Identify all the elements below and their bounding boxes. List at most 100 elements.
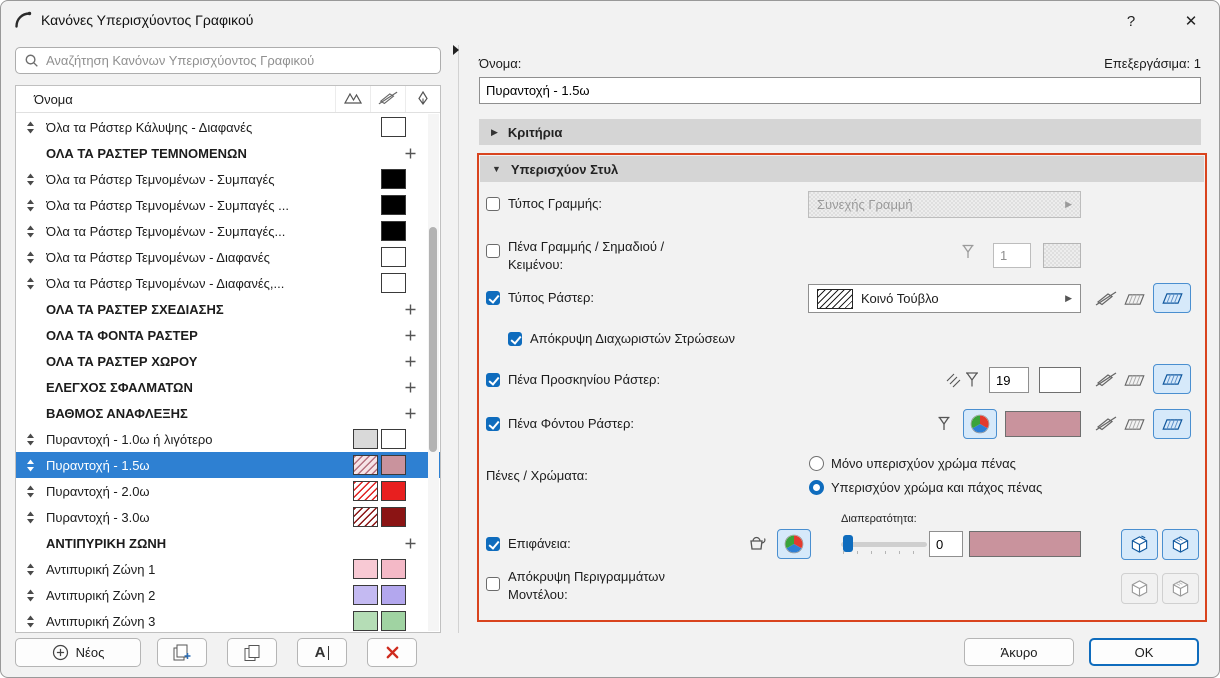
transparency-value-input[interactable] (929, 531, 963, 557)
rule-row[interactable]: Όλα τα Ράστερ Τεμνομένων - Διαφανές (16, 244, 440, 270)
fg-pen-cut-slab-button[interactable] (1153, 364, 1191, 394)
add-rule-to-group-button[interactable] (405, 355, 416, 370)
new-rule-button[interactable]: Νέος (15, 638, 141, 667)
rule-swatches (353, 429, 406, 449)
pens-column-header[interactable] (370, 86, 405, 112)
rule-row[interactable]: Πυραντοχή - 1.0ω ή λιγότερο (16, 426, 440, 452)
panel-splitter[interactable] (458, 45, 459, 633)
rule-row[interactable]: Όλα τα Ράστερ Τεμνομένων - Συμπαγές... (16, 218, 440, 244)
hide-separators-checkbox[interactable] (508, 332, 522, 346)
surface-colorwheel-button[interactable] (777, 529, 811, 559)
bg-pen-cut-slab-button[interactable] (1153, 409, 1191, 439)
add-rule-to-group-button[interactable] (405, 329, 416, 344)
fg-pen-color-swatch[interactable] (1039, 367, 1081, 393)
rule-row[interactable]: Αντιπυρική Ζώνη 2 (16, 582, 440, 608)
fill-pen-strike-icon[interactable] (1095, 291, 1117, 309)
radio-pen-color-only-label[interactable]: Μόνο υπερισχύον χρώμα πένας (831, 456, 1016, 472)
rule-group-row[interactable]: ΕΛΕΓΧΟΣ ΣΦΑΛΜΑΤΩΝ (16, 374, 440, 400)
duplicate-rule-button[interactable] (157, 638, 207, 667)
search-input[interactable] (46, 53, 432, 68)
ok-button[interactable]: OK (1089, 638, 1199, 666)
color-swatch (381, 481, 406, 501)
pen-strike-icon (378, 91, 398, 108)
pen-checkbox[interactable] (486, 244, 500, 258)
rule-row[interactable]: Αντιπυρική Ζώνη 1 (16, 556, 440, 582)
rule-group-row[interactable]: ΑΝΤΙΠΥΡΙΚΗ ΖΩΝΗ (16, 530, 440, 556)
add-rule-to-group-button[interactable] (405, 407, 416, 422)
cancel-button[interactable]: Άκυρο (964, 638, 1074, 666)
radio-pen-color-weight-label[interactable]: Υπερισχύον χρώμα και πάχος πένας (831, 480, 1042, 496)
contours-cut-button[interactable] (1162, 573, 1199, 604)
fg-pen-number-input[interactable] (989, 367, 1029, 393)
surface-column-header[interactable] (405, 86, 440, 112)
bg-pen-color-swatch[interactable] (1005, 411, 1081, 437)
surface-uncut-button[interactable] (1121, 529, 1158, 560)
add-rule-to-group-button[interactable] (405, 303, 416, 318)
fill-cut-slab-button[interactable] (1153, 283, 1191, 313)
rule-group-row[interactable]: ΟΛΑ ΤΑ ΡΑΣΤΕΡ ΣΧΕΔΙΑΣΗΣ (16, 296, 440, 322)
override-style-section-header[interactable]: ▼ Υπερισχύον Στυλ (480, 156, 1204, 182)
bg-pen-checkbox[interactable] (486, 417, 500, 431)
rule-label: ΒΑΘΜΟΣ ΑΝΑΦΛΕΞΗΣ (46, 406, 188, 421)
rule-label: Όλα τα Ράστερ Τεμνομένων - Διαφανές,... (46, 276, 284, 291)
radio-pen-color-only[interactable] (809, 456, 824, 471)
close-button[interactable]: ✕ (1169, 7, 1213, 35)
rule-label: Πυραντοχή - 1.5ω (46, 458, 150, 473)
fill-type-checkbox[interactable] (486, 291, 500, 305)
bg-pen-strike-icon[interactable] (1095, 416, 1117, 434)
splitter-handle-icon[interactable] (453, 45, 459, 55)
fill-type-dropdown[interactable]: Κοινό Τούβλο ▶ (808, 284, 1081, 313)
rule-group-row[interactable]: ΟΛΑ ΤΑ ΡΑΣΤΕΡ ΤΕΜΝΟΜΕΝΩΝ (16, 140, 440, 166)
fg-pen-strike-icon[interactable] (1095, 372, 1117, 390)
contours-uncut-button[interactable] (1121, 573, 1158, 604)
fg-pen-slab-icon[interactable] (1123, 374, 1146, 390)
add-rule-to-group-button[interactable] (405, 537, 416, 552)
list-scrollbar[interactable] (428, 114, 439, 631)
app-icon (13, 10, 33, 33)
import-rule-button[interactable] (227, 638, 277, 667)
rule-label: ΟΛΑ ΤΑ ΡΑΣΤΕΡ ΤΕΜΝΟΜΕΝΩΝ (46, 146, 247, 161)
delete-rule-button[interactable] (367, 638, 417, 667)
rule-row[interactable]: Όλα τα Ράστερ Κάλυψης - Διαφανές (16, 114, 440, 140)
bg-pen-slab-icon[interactable] (1123, 418, 1146, 434)
pen-color-swatch[interactable] (1043, 243, 1081, 268)
rule-row[interactable]: Αντιπυρική Ζώνη 3 (16, 608, 440, 632)
rule-row[interactable]: Πυραντοχή - 1.5ω (16, 452, 440, 478)
surface-checkbox[interactable] (486, 537, 500, 551)
transparency-slider-track[interactable] (841, 542, 927, 547)
rule-row[interactable]: Όλα τα Ράστερ Τεμνομένων - Διαφανές,... (16, 270, 440, 296)
rule-row[interactable]: Όλα τα Ράστερ Τεμνομένων - Συμπαγές (16, 166, 440, 192)
column-name-header[interactable]: Όνομα (16, 92, 335, 107)
rename-rule-button[interactable]: A (297, 638, 347, 667)
surface-color-swatch[interactable] (969, 531, 1081, 557)
rule-group-row[interactable]: ΒΑΘΜΟΣ ΑΝΑΦΛΕΞΗΣ (16, 400, 440, 426)
rule-name-input[interactable] (479, 77, 1201, 104)
scrollbar-thumb[interactable] (429, 227, 437, 452)
add-rule-to-group-button[interactable] (405, 147, 416, 162)
rule-group-row[interactable]: ΟΛΑ ΤΑ ΦΟΝΤΑ ΡΑΣΤΕΡ (16, 322, 440, 348)
criteria-section-header[interactable]: ▶ Κριτήρια (479, 119, 1201, 145)
rule-row[interactable]: Όλα τα Ράστερ Τεμνομένων - Συμπαγές ... (16, 192, 440, 218)
updown-arrows-icon (22, 173, 38, 186)
rule-row[interactable]: Πυραντοχή - 3.0ω (16, 504, 440, 530)
surface-cut-button[interactable] (1162, 529, 1199, 560)
line-type-dropdown[interactable]: Συνεχής Γραμμή ▶ (808, 191, 1081, 218)
fill-slab-icon[interactable] (1123, 293, 1146, 309)
help-button[interactable]: ? (1113, 7, 1149, 35)
rule-row[interactable]: Πυραντοχή - 2.0ω (16, 478, 440, 504)
line-type-checkbox[interactable] (486, 197, 500, 211)
hide-contours-checkbox[interactable] (486, 577, 500, 591)
transparency-slider-thumb[interactable] (843, 535, 853, 552)
rule-label: ΟΛΑ ΤΑ ΡΑΣΤΕΡ ΣΧΕΔΙΑΣΗΣ (46, 302, 224, 317)
color-swatch (353, 481, 378, 501)
surface-label: Επιφάνεια: (508, 536, 571, 552)
bg-pen-colorwheel-button[interactable] (963, 409, 997, 439)
radio-pen-color-weight[interactable] (809, 480, 824, 495)
fg-pen-checkbox[interactable] (486, 373, 500, 387)
add-rule-to-group-button[interactable] (405, 381, 416, 396)
pen-nib-icon (937, 415, 951, 434)
rule-label: ΕΛΕΓΧΟΣ ΣΦΑΛΜΑΤΩΝ (46, 380, 193, 395)
pen-number-input[interactable] (993, 243, 1031, 268)
rule-group-row[interactable]: ΟΛΑ ΤΑ ΡΑΣΤΕΡ ΧΩΡΟΥ (16, 348, 440, 374)
fills-column-header[interactable] (335, 86, 370, 112)
